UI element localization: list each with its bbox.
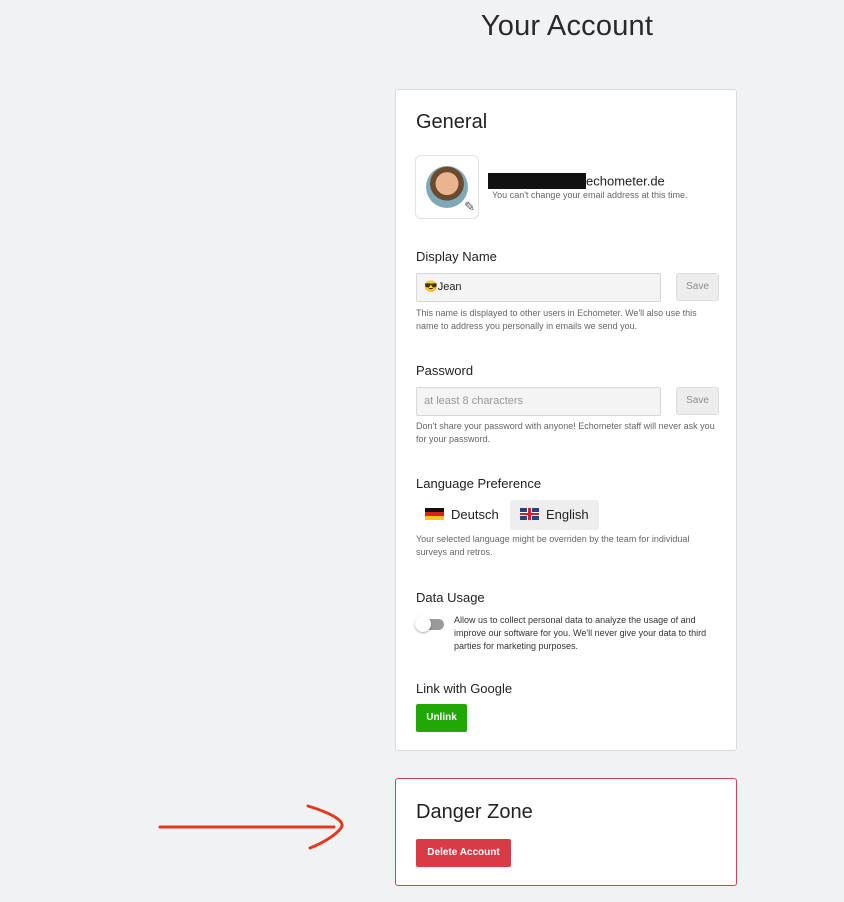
google-label: Link with Google (416, 681, 513, 696)
password-save-button[interactable]: Save (676, 387, 719, 415)
email-note: You can't change your email address at t… (492, 190, 688, 200)
avatar-upload[interactable]: ✎ (415, 155, 479, 219)
delete-account-button[interactable]: Delete Account (416, 839, 511, 867)
danger-zone-card: Danger Zone Delete Account (395, 778, 737, 886)
danger-zone-heading: Danger Zone (416, 801, 533, 823)
page-title: Your Account (480, 10, 654, 42)
password-label: Password (416, 363, 474, 378)
email-domain: echometer.de (586, 173, 665, 189)
general-heading: General (416, 111, 488, 133)
language-option-deutsch[interactable]: Deutsch (415, 500, 509, 530)
email-address: echometer.de (488, 172, 665, 190)
unlink-google-button[interactable]: Unlink (416, 704, 467, 732)
avatar (426, 166, 468, 208)
language-label: Language Preference (416, 476, 542, 491)
annotation-arrow-icon (158, 804, 344, 850)
data-usage-toggle[interactable] (415, 616, 444, 632)
germany-flag-icon (425, 508, 444, 520)
display-name-label: Display Name (416, 249, 497, 264)
password-input[interactable]: at least 8 characters (416, 387, 661, 416)
display-name-save-button[interactable]: Save (676, 273, 719, 301)
language-option-label: Deutsch (451, 507, 499, 522)
password-help: Don't share your password with anyone! E… (416, 421, 715, 444)
uk-flag-icon (520, 508, 539, 520)
display-name-help: This name is displayed to other users in… (416, 308, 697, 331)
data-usage-text: Allow us to collect personal data to ana… (454, 615, 707, 651)
pencil-icon[interactable]: ✎ (464, 199, 475, 215)
redacted-block (488, 172, 586, 189)
data-usage-label: Data Usage (416, 590, 485, 605)
language-option-label: English (546, 507, 589, 522)
language-option-english[interactable]: English (510, 500, 599, 530)
language-help: Your selected language might be override… (416, 534, 690, 557)
general-card: General ✎ echometer.de You can't change … (395, 89, 737, 751)
toggle-knob (415, 616, 431, 632)
display-name-input[interactable]: 😎Jean (416, 273, 661, 302)
